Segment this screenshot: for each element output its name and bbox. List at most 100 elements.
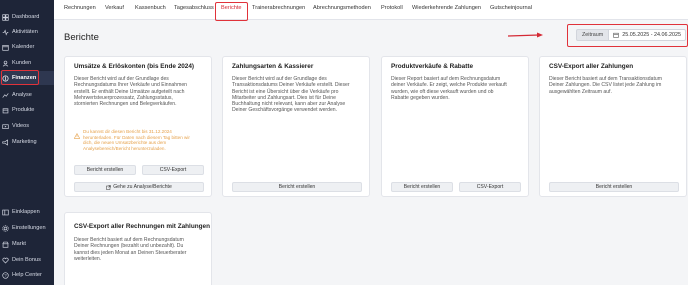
sidebar-item-settings[interactable]: Einstellungen xyxy=(0,221,54,235)
store-icon xyxy=(2,241,9,248)
sidebar-item-label: Produkte xyxy=(12,107,35,113)
svg-text:?: ? xyxy=(4,273,7,278)
megaphone-icon xyxy=(2,138,9,146)
card-description: Dieser Report basiert auf dem Rechnungsd… xyxy=(391,76,507,101)
sidebar-item-bonus[interactable]: Dein Bonus xyxy=(0,253,54,267)
sidebar-item-label: Kunden xyxy=(12,60,32,66)
tab-daily-closing[interactable]: Tagesabschluss xyxy=(174,5,214,11)
card-description: Dieser Bericht basiert auf dem Rechnungs… xyxy=(74,237,186,262)
description-line: kannst dies jeden Monat an Deinen Steuer… xyxy=(74,249,187,256)
date-range-input[interactable]: 25.05.2025 - 24.06.2025 xyxy=(609,29,687,41)
create-report-button[interactable]: Bericht erstellen xyxy=(232,182,362,192)
sidebar-item-label: Marketing xyxy=(12,139,37,145)
csv-export-button[interactable]: CSV-Export xyxy=(142,165,204,175)
heart-icon xyxy=(2,257,9,264)
tab-protocol[interactable]: Protokoll xyxy=(381,5,403,11)
sidebar-item-label: Markt xyxy=(12,241,26,247)
dashboard-icon xyxy=(2,13,9,21)
video-icon xyxy=(2,123,9,130)
tab-sales[interactable]: Verkauf xyxy=(105,5,124,11)
calendar-icon xyxy=(2,44,9,51)
description-line: stornierten Rechnungen und Belegverkäufe… xyxy=(74,101,177,108)
page-title: Berichte xyxy=(64,32,99,43)
sidebar-item-collapse[interactable]: Einklappen xyxy=(0,205,54,219)
create-report-button[interactable]: Bericht erstellen xyxy=(391,182,453,192)
card-description: Dieser Bericht wird auf der Grundlage de… xyxy=(232,76,350,114)
sidebar-item-help[interactable]: ? Help Center xyxy=(0,268,54,282)
sidebar-item-label: Finanzen xyxy=(12,75,37,81)
sidebar-item-products[interactable]: Produkte xyxy=(0,103,54,117)
create-report-button[interactable]: Bericht erstellen xyxy=(549,182,679,192)
finance-icon xyxy=(2,74,9,82)
sidebar-item-calendar[interactable]: Kalender xyxy=(0,40,54,54)
report-card-product-sales: Produktverkäufe & Rabatte Dieser Report … xyxy=(381,56,529,197)
sidebar-item-activities[interactable]: Aktivitäten xyxy=(0,25,54,39)
sidebar-item-label: Einklappen xyxy=(12,209,40,215)
create-report-button[interactable]: Bericht erstellen xyxy=(74,165,136,175)
description-line: deiner Verkäufe. Er zeigt, welche Produk… xyxy=(391,82,507,89)
warning-line: Analysebereich/Bericht herunterzuladen. xyxy=(83,145,166,151)
tab-trainer-billing[interactable]: Trainerabrechnungen xyxy=(252,5,305,11)
sidebar-item-label: Analyse xyxy=(12,92,32,98)
collapse-icon xyxy=(2,209,9,216)
sidebar-item-label: Kalender xyxy=(12,44,35,50)
tab-cashbook[interactable]: Kassenbuch xyxy=(135,5,166,11)
sidebar-item-analysis[interactable]: Analyse xyxy=(0,88,54,102)
calendar-icon xyxy=(613,32,619,38)
description-line: Rechnungsdatums Ihrer Verkäufe und Einna… xyxy=(74,82,187,89)
help-icon: ? xyxy=(2,271,9,279)
sidebar-item-label: Dein Bonus xyxy=(12,257,41,263)
tab-bar: Rechnungen Verkauf Kassenbuch Tagesabsch… xyxy=(54,0,688,20)
sidebar-item-label: Einstellungen xyxy=(12,225,46,231)
card-title: Umsätze & Erlöskonten (bis Ende 2024) xyxy=(74,63,195,70)
sidebar-item-dashboard[interactable]: Dashboard xyxy=(0,10,54,24)
card-title: CSV-Export aller Rechnungen mit Zahlunge… xyxy=(74,223,210,230)
description-line: ausgewählten Zeitraum auf. xyxy=(549,88,612,95)
description-line: Transaktionsdatums Deiner Verkäufe erste… xyxy=(232,82,350,89)
sidebar-item-label: Videos xyxy=(12,123,30,129)
sidebar-item-customers[interactable]: Kunden xyxy=(0,56,54,70)
box-icon xyxy=(2,107,9,114)
warning-icon xyxy=(74,133,80,139)
date-range-picker[interactable]: Zeitraum 25.05.2025 - 24.06.2025 xyxy=(576,29,687,41)
sidebar-item-finance[interactable]: Finanzen xyxy=(0,71,54,85)
date-range-value: 25.05.2025 - 24.06.2025 xyxy=(622,32,682,38)
tab-reports[interactable]: Berichte xyxy=(221,5,242,11)
chart-icon xyxy=(2,92,9,99)
sidebar: Dashboard Aktivitäten Kalender Kunden Fi… xyxy=(0,0,54,285)
description-line: wurden, wie oft diese verkauft wurden un… xyxy=(391,88,494,95)
go-to-analysis-label: Gehe zu Analyse/Berichte xyxy=(113,184,172,190)
description-line: Deiner Zahlungen. Die CSV listet jede Za… xyxy=(549,82,662,89)
user-icon xyxy=(2,60,9,67)
external-link-icon xyxy=(106,184,111,190)
warning-notice: Du kannst dir diesen Bericht bis 31.12.2… xyxy=(74,129,204,151)
go-to-analysis-button[interactable]: Gehe zu Analyse/Berichte xyxy=(74,182,204,192)
csv-export-button[interactable]: CSV-Export xyxy=(459,182,521,192)
tab-billing-methods[interactable]: Abrechnungsmethoden xyxy=(313,5,371,11)
report-card-revenue: Umsätze & Erlöskonten (bis Ende 2024) Di… xyxy=(64,56,212,197)
card-title: CSV-Export aller Zahlungen xyxy=(549,63,634,70)
report-card-payment-methods: Zahlungsarten & Kassierer Dieser Bericht… xyxy=(222,56,370,197)
report-card-csv-payments: CSV-Export aller Zahlungen Dieser Berich… xyxy=(539,56,687,197)
sidebar-item-label: Help Center xyxy=(12,272,42,278)
sidebar-item-label: Aktivitäten xyxy=(12,29,38,35)
tab-recurring-payments[interactable]: Wiederkehrende Zahlungen xyxy=(412,5,481,11)
description-line: Bericht ist eine Übersicht über die Verk… xyxy=(232,88,339,95)
arrow-right-icon xyxy=(508,32,543,38)
card-title: Zahlungsarten & Kassierer xyxy=(232,63,314,70)
description-line: Deiner Rechnungen (bezahlt und unbezahlt… xyxy=(74,243,184,250)
card-description: Dieser Bericht basiert auf dem Transakti… xyxy=(549,76,662,95)
date-range-label: Zeitraum xyxy=(576,29,610,41)
description-line: Deiner Geschäftsvorgänge verwendet werde… xyxy=(232,107,338,114)
tab-voucher-journal[interactable]: Gutscheinjournal xyxy=(490,5,532,11)
sidebar-item-market[interactable]: Markt xyxy=(0,237,54,251)
sidebar-item-marketing[interactable]: Marketing xyxy=(0,135,54,149)
card-title: Produktverkäufe & Rabatte xyxy=(391,63,474,70)
tab-invoices[interactable]: Rechnungen xyxy=(64,5,96,11)
gear-icon xyxy=(2,224,9,232)
activity-icon xyxy=(2,28,9,36)
card-description: Dieser Bericht wird auf der Grundlage de… xyxy=(74,76,187,107)
description-line: weiterleiten. xyxy=(74,255,102,262)
report-card-csv-invoices: CSV-Export aller Rechnungen mit Zahlunge… xyxy=(64,212,212,285)
sidebar-item-videos[interactable]: Videos xyxy=(0,119,54,133)
